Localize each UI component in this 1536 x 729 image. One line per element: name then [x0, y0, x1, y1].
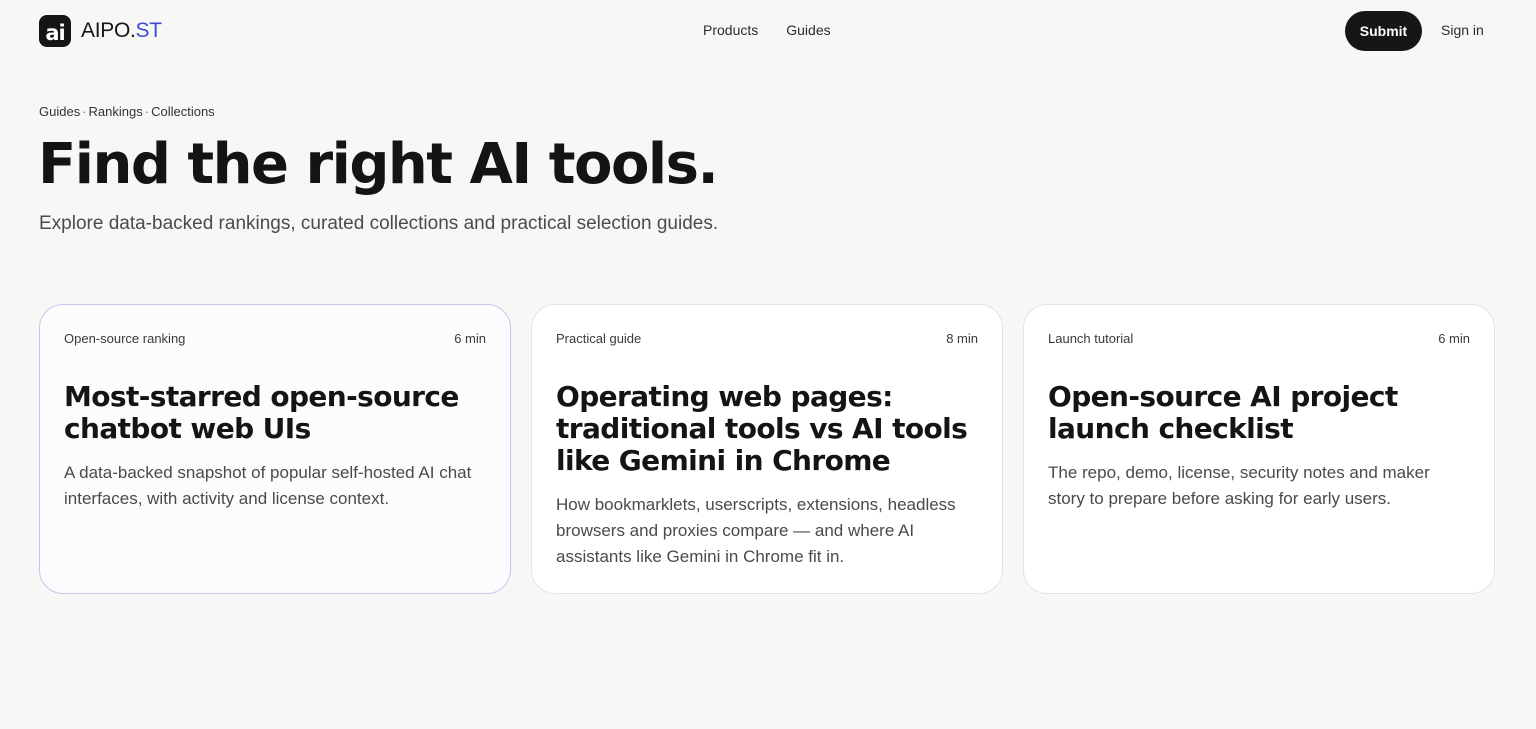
page-subtitle: Explore data-backed rankings, curated co…: [39, 213, 719, 234]
nav-guides[interactable]: Guides: [786, 21, 830, 39]
card-read-time: 6 min: [454, 331, 486, 346]
breadcrumb-guides: Guides: [39, 104, 81, 119]
breadcrumb: Guides · Rankings · Collections: [39, 104, 215, 120]
article-card-chatbot-uis[interactable]: Open-source ranking 6 min Most-starred o…: [39, 304, 511, 594]
page-title: Find the right AI tools.: [38, 132, 719, 197]
site-header: ai AIPO.ST Products Guides Submit Sign i…: [0, 0, 1536, 62]
card-meta: Launch tutorial 6 min: [1048, 331, 1470, 347]
logo-text-main: AIPO.: [81, 19, 136, 42]
card-description: The repo, demo, license, security notes …: [1048, 463, 1430, 508]
card-category: Launch tutorial: [1048, 331, 1134, 346]
logo-link[interactable]: ai AIPO.ST: [39, 15, 162, 47]
breadcrumb-rankings: Rankings: [88, 104, 143, 119]
card-title: Operating web pages: traditional tools v…: [556, 380, 968, 477]
main-nav: Products Guides: [703, 21, 831, 39]
logo-text: AIPO.ST: [81, 19, 162, 43]
card-meta: Open-source ranking 6 min: [64, 331, 486, 347]
logo-text-accent: ST: [135, 19, 163, 42]
sign-in-link[interactable]: Sign in: [1441, 21, 1484, 39]
card-title: Open-source AI project launch checklist: [1048, 380, 1398, 445]
breadcrumb-collections: Collections: [151, 104, 215, 119]
logo-icon: ai: [39, 15, 71, 47]
card-description: A data-backed snapshot of popular self-h…: [64, 463, 472, 508]
card-description: How bookmarklets, userscripts, extension…: [556, 495, 956, 566]
article-card-launch-checklist[interactable]: Launch tutorial 6 min Open-source AI pro…: [1023, 304, 1495, 594]
breadcrumb-separator: ·: [82, 104, 87, 119]
card-read-time: 6 min: [1438, 331, 1470, 346]
card-read-time: 8 min: [946, 331, 978, 346]
submit-button[interactable]: Submit: [1345, 11, 1422, 51]
breadcrumb-separator: ·: [144, 104, 150, 119]
nav-products[interactable]: Products: [703, 21, 758, 39]
card-category: Open-source ranking: [64, 331, 186, 346]
article-card-web-tools[interactable]: Practical guide 8 min Operating web page…: [531, 304, 1003, 594]
card-meta: Practical guide 8 min: [556, 331, 978, 347]
card-category: Practical guide: [556, 331, 642, 346]
card-title: Most-starred open-source chatbot web UIs: [64, 380, 459, 445]
